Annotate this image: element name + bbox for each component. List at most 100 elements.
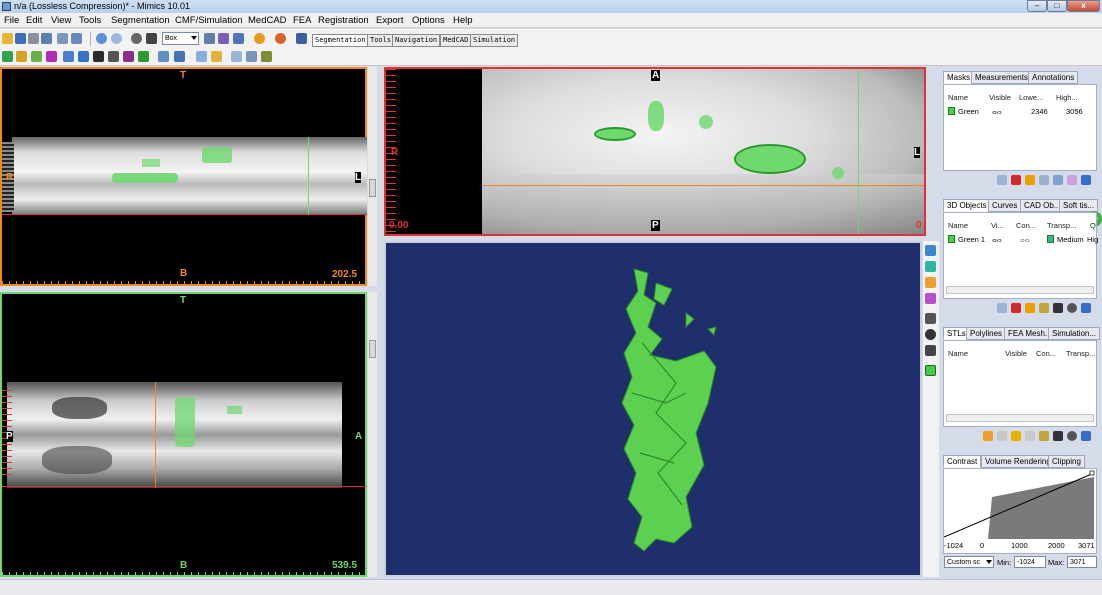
dynamic-grow-icon[interactable] [31,51,42,62]
close-button[interactable]: x [1067,0,1100,12]
menu-file[interactable]: File [4,15,19,26]
scrollbar-thumb[interactable] [369,340,376,358]
redo-icon[interactable] [111,33,122,44]
new-mask-icon[interactable] [997,175,1007,185]
contrast-curve[interactable]: -1024 0 1000 2000 3071 [943,468,1097,554]
horizontal-scrollbar[interactable] [946,286,1094,294]
print-icon[interactable] [41,33,52,44]
tab-segmentation[interactable]: Segmentation [312,34,369,47]
max-input[interactable]: 3071 [1067,556,1097,568]
delete-icon[interactable] [1011,175,1021,185]
tab-3d-objects[interactable]: 3D Objects [943,199,991,212]
filter-icon[interactable] [1081,431,1091,441]
view-top-icon[interactable] [925,277,936,288]
save-as-icon[interactable] [28,33,39,44]
view-toggle-icon[interactable] [296,33,307,44]
menu-medcad[interactable]: MedCAD [248,15,287,26]
rotate-icon[interactable] [131,33,142,44]
glasses-icon[interactable]: ⴰⴰ [992,235,1002,244]
convert-icon[interactable] [1039,431,1049,441]
min-input[interactable]: -1024 [1014,556,1046,568]
tab-measurements[interactable]: Measurements [971,71,1032,84]
horizontal-scrollbar[interactable] [946,414,1094,422]
smooth-mask-icon[interactable] [174,51,185,62]
crop-mask-icon[interactable] [158,51,169,62]
tab-clipping[interactable]: Clipping [1048,455,1085,468]
sagittal-view[interactable]: T P A B 539.5 [0,292,367,577]
zoom-icon[interactable] [204,33,215,44]
properties-icon[interactable] [1011,431,1021,441]
coronal-scrollbar[interactable] [368,67,377,286]
erase-icon[interactable] [1067,175,1077,185]
save-icon[interactable] [15,33,26,44]
help-icon[interactable] [275,33,286,44]
sagittal-scrollbar[interactable] [368,292,377,577]
view-front-icon[interactable] [925,245,936,256]
filter-icon[interactable] [1081,303,1091,313]
menu-segmentation[interactable]: Segmentation [111,15,170,26]
pan-icon[interactable] [146,33,157,44]
menu-help[interactable]: Help [453,15,473,26]
menu-export[interactable]: Export [376,15,403,26]
tab-simulation-objects[interactable]: Simulation... [1048,327,1101,340]
undo-icon[interactable] [96,33,107,44]
properties-icon[interactable] [1025,175,1035,185]
cavity-fill-icon[interactable] [123,51,134,62]
move-icon[interactable] [1053,303,1063,313]
tab-annotations[interactable]: Annotations [1028,71,1079,84]
fit-icon[interactable] [233,33,244,44]
menu-view[interactable]: View [51,15,71,26]
menu-cmf-simulation[interactable]: CMF/Simulation [175,15,243,26]
split-icon[interactable] [231,51,242,62]
coronal-view[interactable]: T R L B 202.5 [0,67,367,286]
tab-volume-rendering[interactable]: Volume Rendering [981,455,1055,468]
calculate-3d-icon[interactable] [138,51,149,62]
duplicate-icon[interactable] [1039,175,1049,185]
copy-icon[interactable] [1053,175,1063,185]
minimize-button[interactable]: – [1027,0,1047,12]
info-icon[interactable] [254,33,265,44]
threshold-icon[interactable] [2,51,13,62]
fix-icon[interactable] [261,51,272,62]
edit-mask-icon[interactable] [93,51,104,62]
profile-combo[interactable]: Box [162,32,199,45]
open-icon[interactable] [2,33,13,44]
properties-icon[interactable] [1025,303,1035,313]
tab-polylines[interactable]: Polylines [966,327,1007,340]
pan-3d-icon[interactable] [925,345,936,356]
glasses-icon[interactable]: ⴰⴰ [992,107,1002,116]
wrap-icon[interactable] [196,51,207,62]
scrollbar-thumb[interactable] [369,179,376,197]
tab-navigation[interactable]: Navigation [392,34,441,47]
view-side-icon[interactable] [925,261,936,272]
rotate-3d-icon[interactable] [925,329,936,340]
menu-options[interactable]: Options [412,15,445,26]
rotate-icon[interactable] [1067,303,1077,313]
merge-icon[interactable] [246,51,257,62]
layout-icon[interactable] [57,33,68,44]
morphology-icon[interactable] [63,51,74,62]
mask-icon[interactable] [46,51,57,62]
tab-curves[interactable]: Curves [988,199,1022,212]
delete-icon[interactable] [1011,303,1021,313]
measure-icon[interactable] [211,51,222,62]
tab-cad-objects[interactable]: CAD Ob... [1020,199,1065,212]
boolean-icon[interactable] [78,51,89,62]
region-grow-icon[interactable] [16,51,27,62]
axial-view[interactable]: A R L P 0.00 0 [384,67,926,236]
move-icon[interactable] [1053,431,1063,441]
copy-icon[interactable] [1025,431,1035,441]
contour-icon[interactable]: ⴰⴰ [1020,235,1030,244]
menu-tools[interactable]: Tools [79,15,101,26]
tab-simulation[interactable]: Simulation [470,34,519,47]
filter-icon[interactable] [1081,175,1091,185]
convert-icon[interactable] [1039,303,1049,313]
light-icon[interactable] [925,313,936,324]
rotate-icon[interactable] [1067,431,1077,441]
multiple-slice-edit-icon[interactable] [108,51,119,62]
3d-view[interactable] [384,241,922,577]
unload-icon[interactable] [997,431,1007,441]
contrast-preset-combo[interactable]: Custom sc [944,556,994,568]
load-stl-icon[interactable] [983,431,993,441]
tab-tools[interactable]: Tools [367,34,395,47]
